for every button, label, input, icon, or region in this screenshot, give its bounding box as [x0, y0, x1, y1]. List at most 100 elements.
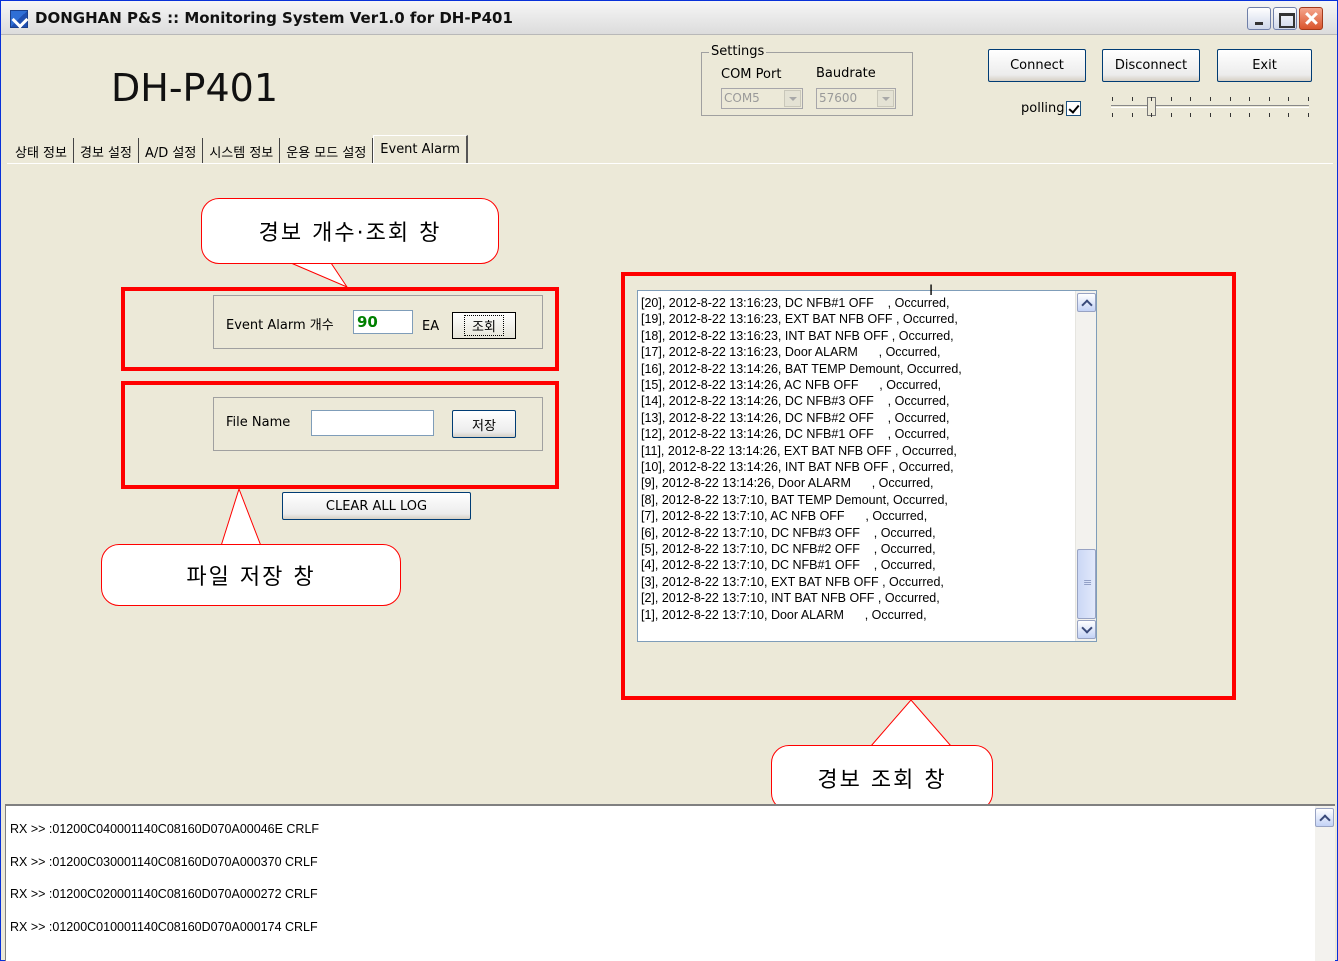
event-log-item[interactable]: [4], 2012-8-22 13:7:10, DC NFB#1 OFF , O… [641, 557, 936, 573]
polling-checkbox[interactable] [1066, 101, 1081, 116]
event-log-item[interactable]: [5], 2012-8-22 13:7:10, DC NFB#2 OFF , O… [641, 541, 936, 557]
scroll-down-icon[interactable] [1077, 620, 1096, 639]
scroll-up-icon[interactable] [1077, 293, 1096, 312]
event-log-item[interactable]: [11], 2012-8-22 13:14:26, EXT BAT NFB OF… [641, 443, 957, 459]
slider-tick [1210, 113, 1211, 117]
alarm-count-unit: EA [422, 319, 440, 334]
event-log-item[interactable]: [15], 2012-8-22 13:14:26, AC NFB OFF , O… [641, 377, 941, 393]
slider-tick [1112, 97, 1113, 101]
slider-track [1111, 105, 1309, 108]
file-callout-tail [220, 487, 262, 547]
maximize-icon[interactable] [1273, 7, 1297, 30]
rx-log-panel[interactable]: RX >> :01200C040001140C08160D070A00046E … [5, 804, 1335, 961]
event-log-item[interactable]: [19], 2012-8-22 13:16:23, EXT BAT NFB OF… [641, 311, 958, 327]
count-window-callout: 경보 개수·조회 창 [201, 198, 499, 264]
tab-ad-settings[interactable]: A/D 설정 [139, 138, 204, 164]
polling-slider[interactable] [1109, 93, 1313, 123]
event-log-item[interactable]: [1], 2012-8-22 13:7:10, Door ALARM , Occ… [641, 607, 927, 623]
event-log-item[interactable]: [17], 2012-8-22 13:16:23, Door ALARM , O… [641, 344, 940, 360]
slider-tick [1170, 97, 1172, 101]
event-log-item[interactable]: [12], 2012-8-22 13:14:26, DC NFB#1 OFF ,… [641, 426, 949, 442]
rx-log-line: RX >> :01200C040001140C08160D070A00046E … [10, 822, 320, 836]
polling-label: polling [1021, 101, 1065, 116]
chevron-down-icon[interactable] [877, 90, 894, 107]
save-button[interactable]: 저장 [452, 410, 516, 438]
com-port-label: COM Port [721, 67, 782, 82]
tab-system-info[interactable]: 시스템 정보 [203, 138, 281, 164]
connect-button[interactable]: Connect [988, 49, 1086, 82]
query-callout-tail [869, 699, 953, 747]
event-log-item[interactable]: [13], 2012-8-22 13:14:26, DC NFB#2 OFF ,… [641, 410, 949, 426]
alarm-count-field[interactable]: 90 [353, 310, 413, 334]
rx-log-line: RX >> :01200C010001140C08160D070A000174 … [10, 919, 318, 934]
slider-tick [1170, 113, 1172, 117]
model-title: DH-P401 [111, 66, 278, 110]
slider-tick [1131, 113, 1133, 117]
event-log-item[interactable]: [14], 2012-8-22 13:14:26, DC NFB#3 OFF ,… [641, 393, 949, 409]
scroll-up-icon[interactable] [1315, 808, 1334, 827]
slider-tick [1190, 113, 1192, 117]
file-window-callout: 파일 저장 창 [101, 544, 401, 606]
event-log-item[interactable]: [9], 2012-8-22 13:14:26, Door ALARM , Oc… [641, 475, 934, 491]
slider-tick [1151, 113, 1153, 117]
event-log-item[interactable]: [8], 2012-8-22 13:7:10, BAT TEMP Demount… [641, 492, 948, 508]
event-log-item[interactable]: [7], 2012-8-22 13:7:10, AC NFB OFF , Occ… [641, 508, 927, 524]
event-log-item[interactable]: [6], 2012-8-22 13:7:10, DC NFB#3 OFF , O… [641, 525, 936, 541]
slider-tick [1151, 97, 1153, 101]
text-cursor-icon: I [929, 283, 934, 299]
event-log-item[interactable]: [20], 2012-8-22 13:16:23, DC NFB#1 OFF ,… [641, 295, 949, 311]
count-callout-tail [290, 262, 349, 289]
tab-event-alarm[interactable]: Event Alarm [373, 135, 468, 163]
tab-operation-mode[interactable]: 운용 모드 설정 [280, 138, 374, 164]
scroll-thumb[interactable] [1077, 549, 1096, 619]
slider-tick [1229, 113, 1231, 117]
slider-tick [1308, 97, 1309, 101]
tab-alarm-settings[interactable]: 경보 설정 [74, 138, 139, 164]
event-log-listbox[interactable]: [20], 2012-8-22 13:16:23, DC NFB#1 OFF ,… [637, 290, 1097, 642]
baudrate-label: Baudrate [816, 66, 876, 81]
slider-tick [1229, 97, 1231, 101]
event-log-item[interactable]: [10], 2012-8-22 13:14:26, INT BAT NFB OF… [641, 459, 954, 475]
app-logo-icon [10, 10, 28, 28]
window-title: DONGHAN P&S :: Monitoring System Ver1.0 … [35, 9, 513, 27]
file-name-label: File Name [226, 415, 291, 430]
event-log-scrollbar[interactable] [1075, 291, 1096, 641]
slider-tick [1131, 97, 1133, 101]
event-log-item[interactable]: [2], 2012-8-22 13:7:10, INT BAT NFB OFF … [641, 590, 940, 606]
event-log-item[interactable]: [3], 2012-8-22 13:7:10, EXT BAT NFB OFF … [641, 574, 944, 590]
exit-button[interactable]: Exit [1217, 49, 1312, 82]
clear-all-log-button[interactable]: CLEAR ALL LOG [282, 492, 471, 520]
com-port-select[interactable]: COM5 [721, 88, 803, 109]
baudrate-select[interactable]: 57600 [816, 88, 896, 109]
app-window: DONGHAN P&S :: Monitoring System Ver1.0 … [0, 0, 1338, 961]
rx-log-line: RX >> :01200C020001140C08160D070A000272 … [10, 887, 318, 901]
slider-tick [1288, 97, 1290, 101]
slider-tick [1249, 97, 1251, 101]
slider-tick [1190, 97, 1192, 101]
minimize-icon[interactable] [1247, 7, 1271, 30]
disconnect-button[interactable]: Disconnect [1102, 49, 1200, 82]
query-button-label: 조회 [464, 315, 504, 336]
event-log-item[interactable]: [18], 2012-8-22 13:16:23, INT BAT NFB OF… [641, 328, 954, 344]
rx-log-line: RX >> :01200C030001140C08160D070A000370 … [10, 854, 318, 869]
com-port-value: COM5 [724, 91, 760, 105]
baudrate-value: 57600 [819, 91, 858, 105]
chevron-down-icon[interactable] [784, 90, 801, 107]
close-icon[interactable] [1299, 7, 1323, 30]
rx-log-scrollbar[interactable] [1315, 806, 1335, 961]
query-button[interactable]: 조회 [452, 312, 516, 339]
slider-tick [1308, 113, 1309, 117]
slider-tick [1210, 97, 1211, 101]
tab-bar: 상태 정보 경보 설정 A/D 설정 시스템 정보 운용 모드 설정 Event… [9, 135, 468, 164]
tab-divider [7, 163, 1333, 164]
file-name-input[interactable] [311, 410, 434, 436]
slider-tick [1112, 113, 1113, 117]
tab-status-info[interactable]: 상태 정보 [9, 138, 74, 164]
alarm-count-label: Event Alarm 개수 [226, 318, 334, 333]
query-window-callout: 경보 조회 창 [771, 745, 993, 811]
title-bar[interactable]: DONGHAN P&S :: Monitoring System Ver1.0 … [1, 1, 1337, 35]
slider-tick [1268, 113, 1270, 117]
event-log-item[interactable]: [16], 2012-8-22 13:14:26, BAT TEMP Demou… [641, 361, 962, 377]
settings-legend: Settings [709, 44, 767, 59]
slider-tick [1268, 97, 1270, 101]
